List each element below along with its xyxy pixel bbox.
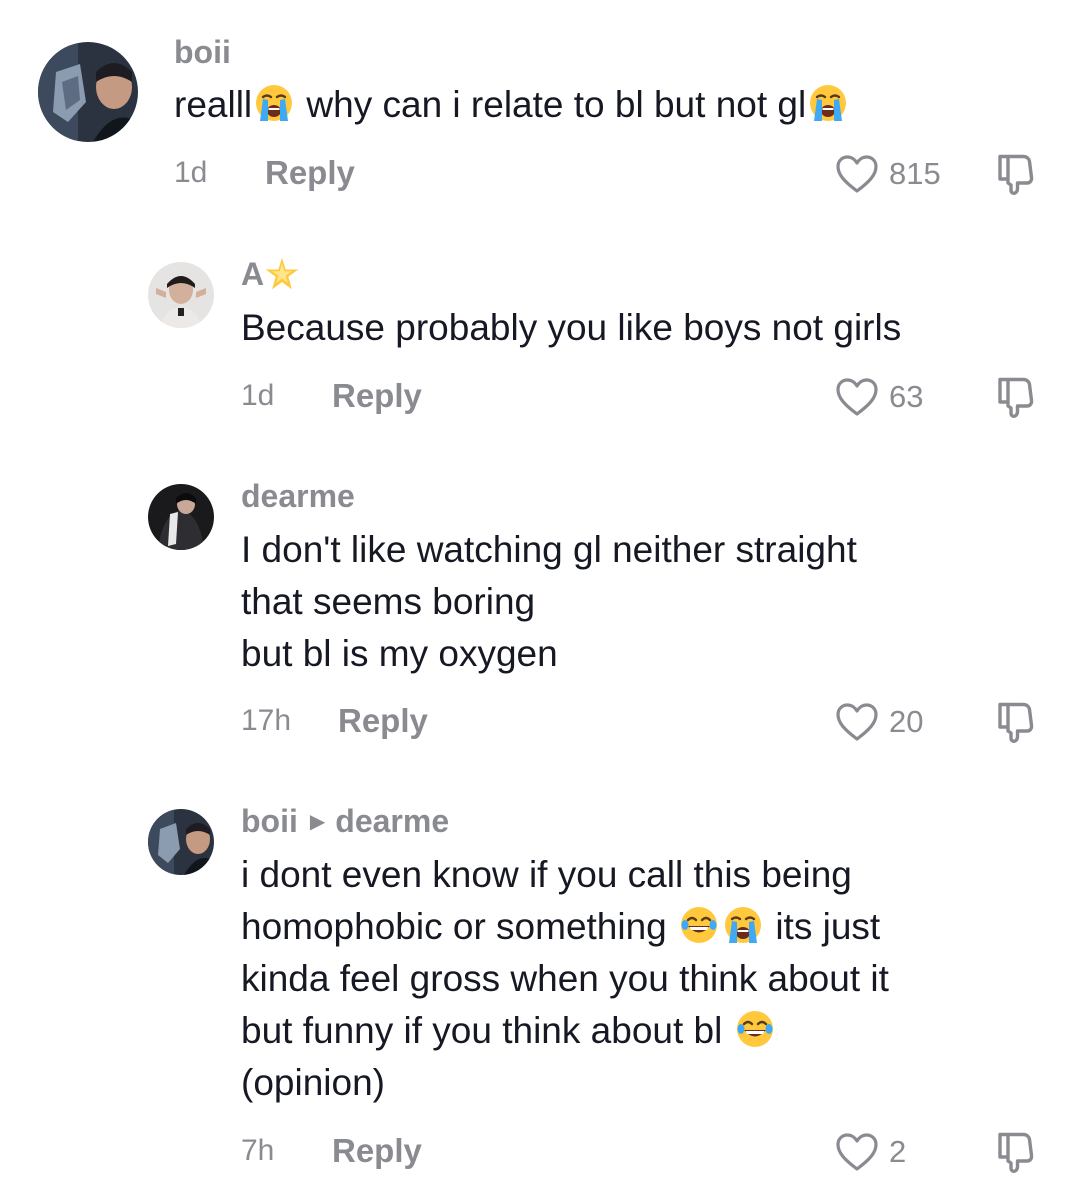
comment-text-line: that seems boring: [241, 581, 536, 622]
timestamp: 17h: [241, 704, 292, 737]
timestamp: 7h: [241, 1134, 275, 1167]
avatar[interactable]: [148, 809, 214, 875]
avatar-image: [148, 262, 214, 328]
loudly-crying-face-emoji: [723, 905, 763, 945]
username[interactable]: boii: [174, 32, 231, 72]
comment-text: i dont even know if you call this being …: [241, 849, 889, 1109]
comment-text-part: homophobic or something: [241, 906, 667, 947]
like-count: 815: [889, 156, 941, 191]
username-text: A: [241, 256, 265, 292]
reply-to-username[interactable]: dearme: [335, 803, 449, 839]
timestamp: 1d: [241, 379, 275, 412]
triangle-right-icon: ▶: [309, 811, 326, 833]
username[interactable]: A: [241, 254, 300, 294]
reply-button[interactable]: Reply: [265, 155, 355, 191]
avatar[interactable]: [148, 262, 214, 328]
reply-button[interactable]: Reply: [332, 1133, 422, 1169]
avatar-image: [148, 484, 214, 550]
reply-button[interactable]: Reply: [338, 703, 428, 739]
comment-text-part: why can i relate to bl but not gl: [306, 84, 807, 125]
avatar-image: [38, 42, 138, 142]
avatar[interactable]: [148, 484, 214, 550]
heart-outline-icon: [835, 1132, 879, 1172]
comment-text-line: homophobic or something its just: [241, 901, 889, 953]
comment-text-part: but funny if you think about bl: [241, 1010, 723, 1051]
comment-text-part: Because probably you like boys not girls: [241, 307, 902, 348]
like-button[interactable]: 2: [835, 1130, 906, 1174]
face-with-tears-of-joy-emoji: [735, 1009, 775, 1049]
like-count: 63: [889, 379, 924, 414]
comment-text-line: but funny if you think about bl: [241, 1005, 889, 1057]
like-count: 2: [889, 1134, 907, 1169]
loudly-crying-face-emoji: [254, 83, 294, 123]
glowing-star-emoji: [264, 256, 300, 292]
thumbs-down-outline-icon[interactable]: [994, 700, 1038, 744]
username[interactable]: dearme: [241, 476, 355, 516]
comment-text-line: kinda feel gross when you think about it: [241, 958, 889, 999]
loudly-crying-face-emoji: [808, 83, 848, 123]
like-count: 20: [889, 704, 924, 739]
reply-button[interactable]: Reply: [332, 378, 422, 414]
like-button[interactable]: 20: [835, 700, 923, 744]
face-with-tears-of-joy-emoji: [679, 905, 719, 945]
heart-outline-icon: [835, 154, 879, 194]
username[interactable]: boii ▶ dearme: [241, 801, 449, 842]
comment-text-part: its just: [775, 906, 881, 947]
heart-outline-icon: [835, 377, 879, 417]
timestamp: 1d: [174, 156, 208, 189]
like-button[interactable]: 63: [835, 375, 923, 419]
thumbs-down-outline-icon[interactable]: [994, 152, 1038, 196]
comment-text: I don't like watching gl neither straigh…: [241, 524, 857, 680]
thumbs-down-outline-icon[interactable]: [994, 1130, 1038, 1174]
like-button[interactable]: 815: [835, 152, 941, 196]
comment-text-line: I don't like watching gl neither straigh…: [241, 529, 857, 570]
comment-text-line: i dont even know if you call this being: [241, 854, 852, 895]
comment-text-part: realll: [174, 84, 253, 125]
thumbs-down-outline-icon[interactable]: [994, 375, 1038, 419]
avatar-image: [148, 809, 214, 875]
comment-text: Because probably you like boys not girls: [241, 302, 901, 354]
avatar[interactable]: [38, 42, 138, 142]
username-text: boii: [241, 803, 298, 839]
comment-text: realll why can i relate to bl but not gl: [174, 79, 850, 131]
heart-outline-icon: [835, 702, 879, 742]
comment-text-line: but bl is my oxygen: [241, 633, 558, 674]
comment-text-line: (opinion): [241, 1062, 385, 1103]
